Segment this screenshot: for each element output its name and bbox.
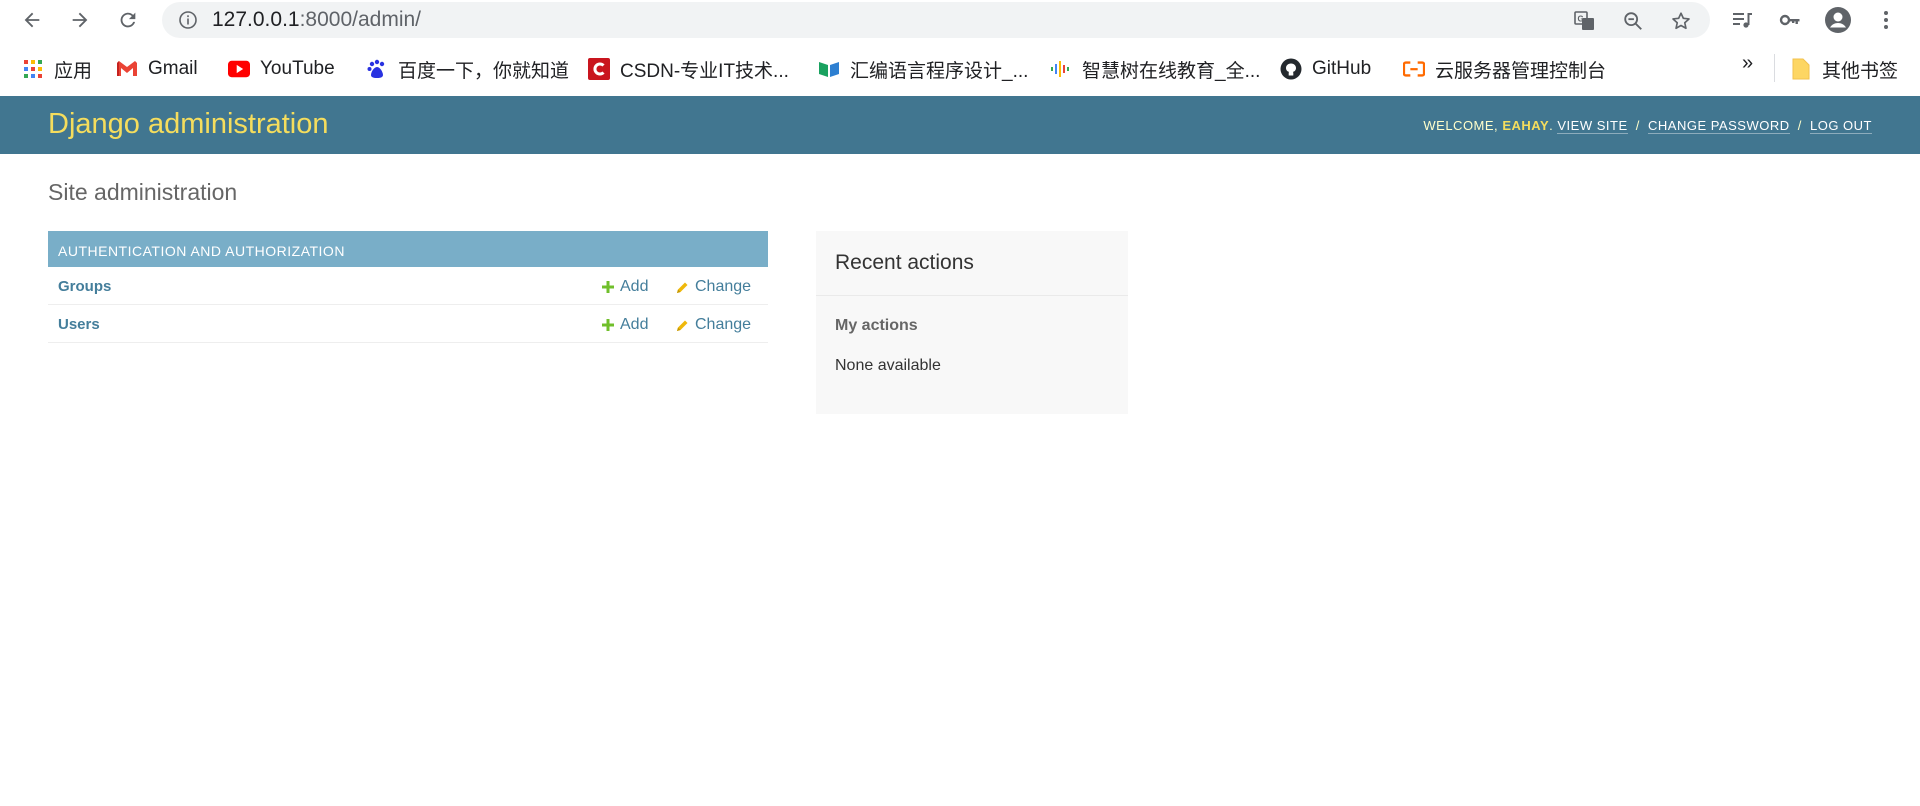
reload-icon: [120, 12, 136, 28]
apps-grid-icon: [22, 58, 44, 80]
gmail-icon: [116, 58, 138, 80]
other-bookmarks-label: 其他书签: [1822, 60, 1899, 82]
url-text: 127.0.0.1:8000/admin/: [212, 8, 422, 31]
zoom-out-icon[interactable]: [1622, 10, 1644, 32]
app-module-auth: Authentication and Authorization Groups …: [48, 231, 768, 343]
change-label: Change: [695, 278, 752, 295]
browser-toolbar: 127.0.0.1:8000/admin/ G: [0, 0, 1920, 40]
change-users-button[interactable]: Change: [676, 316, 751, 334]
username: EAHAY: [1502, 118, 1550, 133]
view-site-link[interactable]: VIEW SITE: [1557, 118, 1628, 134]
profile-button[interactable]: [1822, 4, 1854, 36]
forward-arrow-icon: [72, 12, 88, 28]
back-arrow-icon: [24, 12, 40, 28]
add-label: Add: [620, 278, 649, 295]
app-caption-link[interactable]: Authentication and Authorization: [48, 231, 768, 267]
csdn-icon: [588, 58, 610, 80]
forward-button[interactable]: [64, 4, 96, 36]
bookmarks-bar: 应用 Gmail YouTube 百度一下，你就知道 CSDN-专业IT技术..…: [0, 48, 1920, 88]
audio-wave-icon: [1050, 58, 1072, 80]
translate-icon[interactable]: G: [1574, 10, 1596, 32]
django-header: Django administration WELCOME, EAHAY. VI…: [0, 96, 1920, 154]
change-password-link[interactable]: CHANGE PASSWORD: [1648, 118, 1790, 134]
account-avatar-icon: [1825, 7, 1851, 33]
log-out-link[interactable]: LOG OUT: [1809, 118, 1872, 134]
add-users-button[interactable]: Add: [602, 316, 648, 334]
other-bookmarks-folder[interactable]: 其他书签: [1790, 56, 1898, 82]
bookmark-assembly[interactable]: 汇编语言程序设计_...: [818, 56, 1028, 82]
bookmark-baidu[interactable]: 百度一下，你就知道: [366, 56, 569, 82]
bookmark-label: 汇编语言程序设计_...: [850, 60, 1029, 82]
media-control-button[interactable]: [1726, 4, 1758, 36]
svg-text:G: G: [1578, 15, 1584, 24]
bookmark-youtube[interactable]: YouTube: [228, 56, 335, 82]
site-info-icon[interactable]: [178, 10, 198, 30]
playlist-icon: [1733, 13, 1752, 28]
empty-actions-text: None available: [835, 357, 941, 374]
bookmark-label: 百度一下，你就知道: [398, 60, 570, 82]
welcome-text: WELCOME,: [1423, 118, 1499, 133]
reload-button[interactable]: [112, 4, 144, 36]
recent-actions-panel: Recent actions My actions None available: [816, 231, 1128, 414]
add-groups-button[interactable]: Add: [602, 278, 648, 296]
recent-actions-title: Recent actions: [835, 251, 974, 274]
bookmark-label: GitHub: [1312, 58, 1372, 79]
bookmark-gmail[interactable]: Gmail: [116, 56, 198, 82]
back-button[interactable]: [16, 4, 48, 36]
github-icon: [1280, 58, 1302, 80]
password-key-button[interactable]: [1774, 4, 1806, 36]
bookmark-label: CSDN-专业IT技术...: [620, 60, 789, 82]
url-host: 127.0.0.1: [212, 8, 300, 31]
divider: [816, 295, 1128, 296]
change-label: Change: [695, 316, 752, 333]
book-icon: [818, 58, 840, 80]
bookmark-zhihuishu[interactable]: 智慧树在线教育_全...: [1050, 56, 1260, 82]
bookmark-github[interactable]: GitHub: [1280, 56, 1371, 82]
aliyun-icon: [1403, 58, 1425, 80]
folder-icon: [1790, 58, 1812, 80]
youtube-icon: [228, 58, 250, 80]
username-punct: .: [1549, 118, 1554, 133]
bookmark-aliyun[interactable]: 云服务器管理控制台: [1403, 56, 1606, 82]
bookmark-label: YouTube: [260, 58, 335, 79]
table-row: Groups Add Change: [48, 267, 768, 305]
change-groups-button[interactable]: Change: [676, 278, 751, 296]
user-tools: WELCOME, EAHAY. VIEW SITE / CHANGE PASSW…: [1423, 118, 1872, 134]
bookmark-star-icon[interactable]: [1670, 10, 1692, 32]
bookmark-label: 智慧树在线教育_全...: [1082, 60, 1261, 82]
table-row: Users Add Change: [48, 305, 768, 343]
bookmarks-divider: [1774, 54, 1775, 82]
bookmark-apps[interactable]: 应用: [22, 56, 92, 82]
bookmark-label: 云服务器管理控制台: [1435, 60, 1607, 82]
pencil-icon: [677, 320, 688, 331]
my-actions-heading: My actions: [835, 317, 918, 334]
bookmark-csdn[interactable]: CSDN-专业IT技术...: [588, 56, 789, 82]
plus-icon: [602, 319, 614, 331]
address-bar[interactable]: 127.0.0.1:8000/admin/ G: [162, 2, 1710, 38]
separator: /: [1797, 118, 1802, 133]
browser-menu-button[interactable]: [1870, 4, 1902, 36]
page-title: Site administration: [48, 179, 238, 205]
model-link-users[interactable]: Users: [58, 316, 100, 333]
bookmarks-overflow-button[interactable]: »: [1742, 52, 1753, 75]
url-path: :8000/admin/: [299, 8, 422, 31]
model-link-groups[interactable]: Groups: [58, 278, 111, 295]
site-branding[interactable]: Django administration: [48, 108, 328, 141]
separator: /: [1635, 118, 1640, 133]
plus-icon: [602, 281, 614, 293]
more-vertical-icon: [1884, 11, 1888, 29]
add-label: Add: [620, 316, 649, 333]
bookmark-label: Gmail: [148, 58, 198, 79]
key-icon: [1779, 14, 1800, 26]
pencil-icon: [677, 282, 688, 293]
bookmark-label: 应用: [54, 60, 93, 82]
baidu-paw-icon: [366, 58, 388, 80]
